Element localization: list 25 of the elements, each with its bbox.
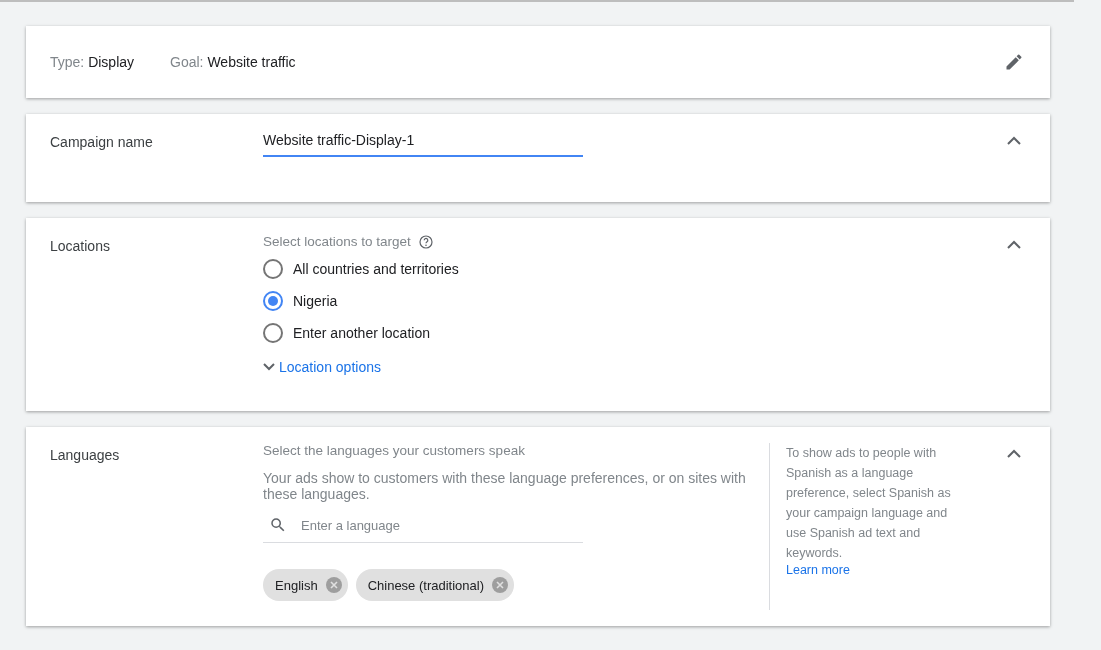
- section-label: Languages: [50, 446, 121, 465]
- learn-more-link[interactable]: Learn more: [786, 563, 966, 577]
- section-label: Campaign name: [50, 133, 154, 152]
- description-text: Your ads show to customers with these language preferences, or on sites with these languages.: [263, 470, 747, 502]
- language-chip[interactable]: English: [263, 569, 348, 601]
- location-options-link[interactable]: Location options: [263, 359, 1002, 375]
- radio-icon[interactable]: [263, 323, 283, 343]
- chevron-icon: [1007, 239, 1021, 249]
- section-label: Locations: [50, 237, 111, 256]
- help-icon[interactable]: [418, 234, 433, 249]
- radio-option[interactable]: Nigeria: [263, 285, 1002, 317]
- prompt-text: Select the languages your customers speak: [263, 443, 525, 458]
- tip-text: To show ads to people with Spanish as a language preference, select Spanish as your campaign language and use Spanish ad text and keywords.: [786, 445, 952, 562]
- summary-text: Goal: Website traffic: [170, 54, 296, 70]
- prompt-text: Select locations to target: [263, 234, 411, 249]
- summary-text: Type: Display: [50, 54, 135, 70]
- radio-icon[interactable]: [263, 291, 283, 311]
- chevron-icon: [263, 363, 275, 371]
- radio-icon[interactable]: [263, 259, 283, 279]
- search-icon: [269, 516, 287, 534]
- radio-option[interactable]: All countries and territories: [263, 253, 1002, 285]
- chevron-icon: [1007, 448, 1021, 458]
- radio-option[interactable]: Enter another location: [263, 317, 1002, 349]
- language-chip[interactable]: Chinese (traditional): [355, 569, 514, 601]
- chevron-icon: [1007, 135, 1021, 145]
